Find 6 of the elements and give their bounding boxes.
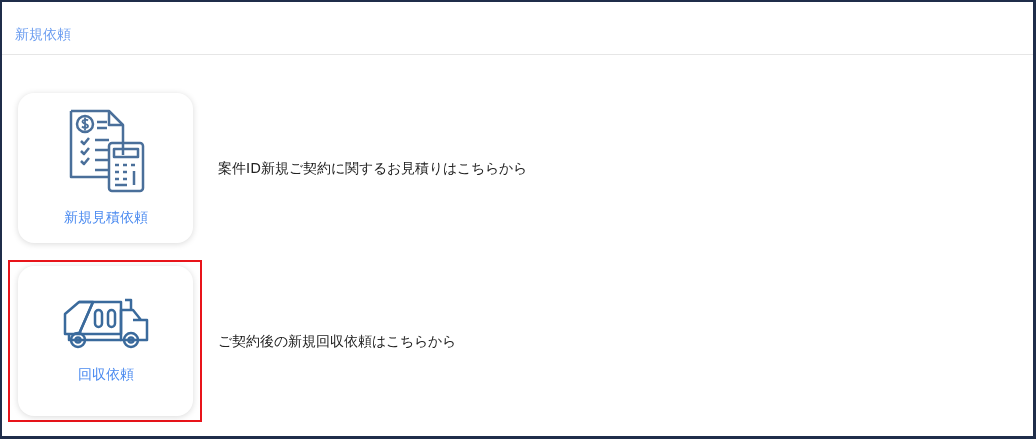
section-title: 新規依頼: [15, 26, 71, 42]
garbage-truck-icon: [62, 297, 149, 350]
request-tile[interactable]: 回収依頼: [18, 266, 193, 416]
request-tile[interactable]: 新規見積依頼: [18, 93, 193, 243]
description-text: ご契約後の新規回収依頼はこちらから: [218, 331, 456, 351]
description-text: 案件ID新規ご契約に関するお見積りはこちらから: [218, 158, 527, 178]
